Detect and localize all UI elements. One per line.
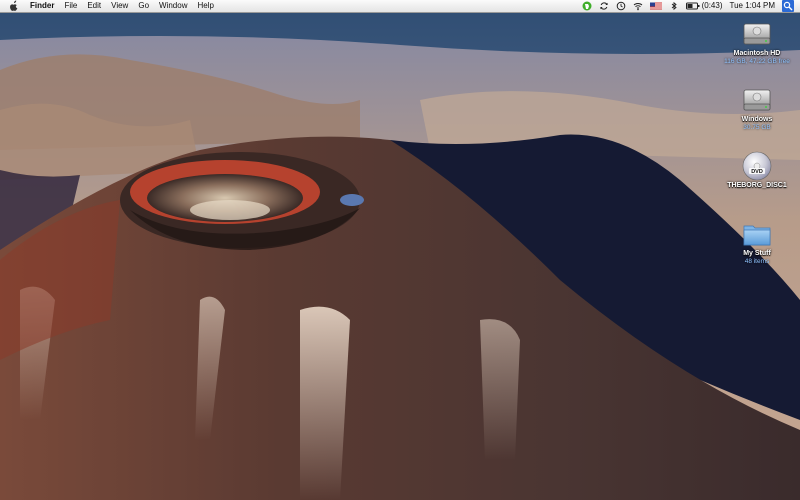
wifi-icon[interactable] [633,1,643,11]
menu-finder[interactable]: Finder [30,0,59,12]
desktop-icon-windows[interactable]: Windows 30.75 GB [717,84,797,131]
menu-clock[interactable]: Tue 1:04 PM [729,0,775,12]
menu-help[interactable]: Help [192,0,218,12]
bluetooth-icon[interactable] [669,1,679,11]
desktop-icon-info: 48 items [744,258,770,265]
status-menus: (0:43) Tue 1:04 PM [582,0,794,12]
desktop-icon-macintosh-hd[interactable]: Macintosh HD 116 GB, 47.22 GB free [717,18,797,65]
folder-icon [743,225,771,246]
apple-menu-icon[interactable] [9,0,19,12]
hard-drive-icon [743,89,771,111]
battery-status[interactable]: (0:43) [685,0,723,12]
battery-icon [685,2,700,10]
desktop-icon-label: My Stuff [743,250,771,257]
menu-go[interactable]: Go [133,0,154,12]
menu-edit[interactable]: Edit [82,0,106,12]
menu-view[interactable]: View [106,0,133,12]
svg-text:DVD: DVD [751,169,763,175]
desktop-icon-my-stuff[interactable]: My Stuff 48 items [717,218,797,265]
time-machine-icon[interactable] [616,1,626,11]
menu-window[interactable]: Window [154,0,192,12]
evernote-icon[interactable] [582,1,592,11]
desktop-wallpaper [0,0,800,500]
dvd-icon: DVD [742,151,772,181]
desktop-icon-label: THEBORG_DISC1 [727,182,787,189]
desktop-icon-theborg-disc1[interactable]: DVD THEBORG_DISC1 [717,150,797,190]
desktop-icon-info: 30.75 GB [743,124,771,131]
menu-bar: Finder File Edit View Go Window Help (0:… [0,0,800,13]
flag-icon[interactable] [649,1,662,11]
battery-time: (0:43) [701,1,723,10]
desktop-icon-label: Macintosh HD [733,50,781,57]
hard-drive-icon [743,23,771,45]
spotlight-icon[interactable] [782,0,794,12]
desktop-icon-label: Windows [741,116,773,123]
menu-file[interactable]: File [59,0,82,12]
desktop-icon-info: 116 GB, 47.22 GB free [724,58,790,65]
sync-icon[interactable] [599,1,609,11]
